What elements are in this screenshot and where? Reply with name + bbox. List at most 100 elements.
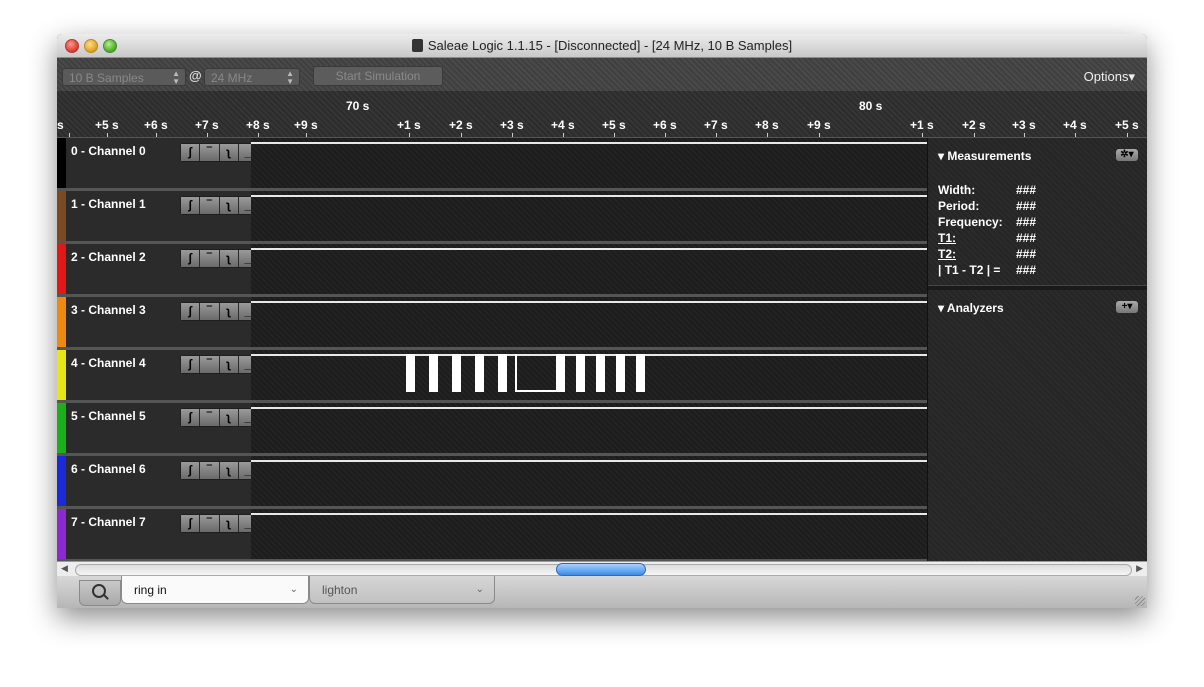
ruler-tick-mark xyxy=(665,133,666,137)
channel-label-area[interactable]: 2 - Channel 2 ʃ ‾ ʅ _ xyxy=(66,244,258,297)
time-ruler[interactable]: 70 s 80 s s +5 s +6 s +7 s +8 s +9 s +1 s +2 s +… xyxy=(57,91,1147,138)
sample-rate-select[interactable]: 24 MHz ▲ ▼ xyxy=(204,68,300,86)
ruler-tick-label: +1 s xyxy=(397,118,421,132)
ruler-tick-label: +5 s xyxy=(602,118,626,132)
ruler-tick-mark xyxy=(614,133,615,137)
falling-edge-trigger-icon[interactable]: ʅ xyxy=(219,409,239,426)
rising-edge-trigger-icon[interactable]: ʃ xyxy=(181,409,201,426)
channel-label-area[interactable]: 7 - Channel 7 ʃ ‾ ʅ _ xyxy=(66,509,258,562)
ruler-tick-label: +5 s xyxy=(95,118,119,132)
falling-edge-trigger-icon[interactable]: ʅ xyxy=(219,356,239,373)
channel-name[interactable]: 4 - Channel 4 xyxy=(71,356,146,370)
measurements-settings-gear-icon[interactable]: ✲▾ xyxy=(1116,149,1138,161)
channel-waveform[interactable] xyxy=(251,297,927,350)
tab-bar: ring in ⌄ lighton ⌄ xyxy=(57,576,1147,608)
channel-name[interactable]: 3 - Channel 3 xyxy=(71,303,146,317)
channel-waveform[interactable] xyxy=(251,244,927,297)
high-level-trigger-icon[interactable]: ‾ xyxy=(200,515,220,532)
channel-label-area[interactable]: 0 - Channel 0 ʃ ‾ ʅ _ xyxy=(66,138,258,191)
add-analyzer-plus-icon[interactable]: +▾ xyxy=(1116,301,1138,313)
high-level-trigger-icon[interactable]: ‾ xyxy=(200,303,220,320)
falling-edge-trigger-icon[interactable]: ʅ xyxy=(219,250,239,267)
rising-edge-trigger-icon[interactable]: ʃ xyxy=(181,356,201,373)
channel-waveform[interactable] xyxy=(251,191,927,244)
app-window: Saleae Logic 1.1.15 - [Disconnected] - [… xyxy=(57,34,1147,608)
channel-label-area[interactable]: 1 - Channel 1 ʃ ‾ ʅ _ xyxy=(66,191,258,244)
channel-color-swatch xyxy=(57,297,66,350)
ruler-tick-mark xyxy=(767,133,768,137)
falling-edge-trigger-icon[interactable]: ʅ xyxy=(219,462,239,479)
falling-edge-trigger-icon[interactable]: ʅ xyxy=(219,515,239,532)
rising-edge-trigger-icon[interactable]: ʃ xyxy=(181,515,201,532)
high-level-trigger-icon[interactable]: ‾ xyxy=(200,409,220,426)
panel-divider[interactable] xyxy=(928,285,1147,290)
ruler-tick-mark xyxy=(69,133,70,137)
falling-edge-trigger-icon[interactable]: ʅ xyxy=(219,197,239,214)
channel-name[interactable]: 7 - Channel 7 xyxy=(71,515,146,529)
scroll-left-arrow-icon[interactable]: ◀ xyxy=(61,563,68,574)
analyzers-header[interactable]: ▾ Analyzers xyxy=(938,301,1004,315)
channel-name[interactable]: 6 - Channel 6 xyxy=(71,462,146,476)
measurement-value: ### xyxy=(1016,247,1037,261)
start-simulation-button[interactable]: Start Simulation xyxy=(313,66,443,86)
waveform-line xyxy=(251,195,927,197)
channel-waveform[interactable] xyxy=(251,403,927,456)
search-tab[interactable] xyxy=(79,580,121,606)
high-level-trigger-icon[interactable]: ‾ xyxy=(200,144,220,161)
falling-edge-trigger-icon[interactable]: ʅ xyxy=(219,303,239,320)
chevron-down-icon[interactable]: ⌄ xyxy=(476,576,484,604)
ruler-tick-mark xyxy=(1075,133,1076,137)
measurement-value: ### xyxy=(1016,215,1037,229)
high-level-trigger-icon[interactable]: ‾ xyxy=(200,356,220,373)
high-level-trigger-icon[interactable]: ‾ xyxy=(200,250,220,267)
channel-waveform[interactable] xyxy=(251,456,927,509)
ruler-tick-label: +2 s xyxy=(962,118,986,132)
channel-name[interactable]: 0 - Channel 0 xyxy=(71,144,146,158)
high-level-trigger-icon[interactable]: ‾ xyxy=(200,197,220,214)
rising-edge-trigger-icon[interactable]: ʃ xyxy=(181,197,201,214)
channel-waveform[interactable] xyxy=(251,509,927,562)
channel-label-area[interactable]: 3 - Channel 3 ʃ ‾ ʅ _ xyxy=(66,297,258,350)
chevron-down-icon[interactable]: ⌄ xyxy=(290,576,298,604)
measurement-label[interactable]: T1: xyxy=(938,231,956,245)
trigger-buttons: ʃ ‾ ʅ _ xyxy=(180,302,258,321)
waveform-line xyxy=(251,460,927,462)
measurements-header[interactable]: ▾ Measurements xyxy=(938,149,1031,163)
channel-waveform[interactable] xyxy=(251,350,927,403)
channel-name[interactable]: 5 - Channel 5 xyxy=(71,409,146,423)
channel-label-area[interactable]: 5 - Channel 5 ʃ ‾ ʅ _ xyxy=(66,403,258,456)
channel-waveform[interactable] xyxy=(251,138,927,191)
measurement-value: ### xyxy=(1016,199,1037,213)
resize-grip-icon[interactable] xyxy=(1135,596,1145,606)
channel-name[interactable]: 1 - Channel 1 xyxy=(71,197,146,211)
waveform-pulse xyxy=(475,354,484,392)
ruler-tick-label: +2 s xyxy=(449,118,473,132)
horizontal-scrollbar[interactable]: ◀ ▶ xyxy=(57,561,1147,577)
rising-edge-trigger-icon[interactable]: ʃ xyxy=(181,250,201,267)
tab-lighton[interactable]: lighton ⌄ xyxy=(309,576,495,604)
channel-label-area[interactable]: 4 - Channel 4 ʃ ‾ ʅ _ xyxy=(66,350,258,403)
scroll-right-arrow-icon[interactable]: ▶ xyxy=(1136,563,1143,574)
sample-count-select[interactable]: 10 B Samples ▲ ▼ xyxy=(62,68,186,86)
rising-edge-trigger-icon[interactable]: ʃ xyxy=(181,462,201,479)
tab-ring-in[interactable]: ring in ⌄ xyxy=(121,576,309,604)
waveform-low-segment xyxy=(515,354,561,392)
channel-label-area[interactable]: 6 - Channel 6 ʃ ‾ ʅ _ xyxy=(66,456,258,509)
measurement-value: ### xyxy=(1016,183,1037,197)
measurement-label: Width: xyxy=(938,183,976,197)
falling-edge-trigger-icon[interactable]: ʅ xyxy=(219,144,239,161)
channel-name[interactable]: 2 - Channel 2 xyxy=(71,250,146,264)
waveform-pulse xyxy=(576,354,585,392)
ruler-tick-label: +8 s xyxy=(755,118,779,132)
trigger-buttons: ʃ ‾ ʅ _ xyxy=(180,143,258,162)
trigger-buttons: ʃ ‾ ʅ _ xyxy=(180,408,258,427)
rising-edge-trigger-icon[interactable]: ʃ xyxy=(181,303,201,320)
options-menu[interactable]: Options▾ xyxy=(1084,69,1135,85)
rising-edge-trigger-icon[interactable]: ʃ xyxy=(181,144,201,161)
high-level-trigger-icon[interactable]: ‾ xyxy=(200,462,220,479)
ruler-tick-label: +7 s xyxy=(704,118,728,132)
scroll-thumb[interactable] xyxy=(556,563,646,576)
channel-row-6: 6 - Channel 6 ʃ ‾ ʅ _ xyxy=(57,456,927,509)
measurement-label[interactable]: T2: xyxy=(938,247,956,261)
waveform-pulse xyxy=(498,354,507,392)
